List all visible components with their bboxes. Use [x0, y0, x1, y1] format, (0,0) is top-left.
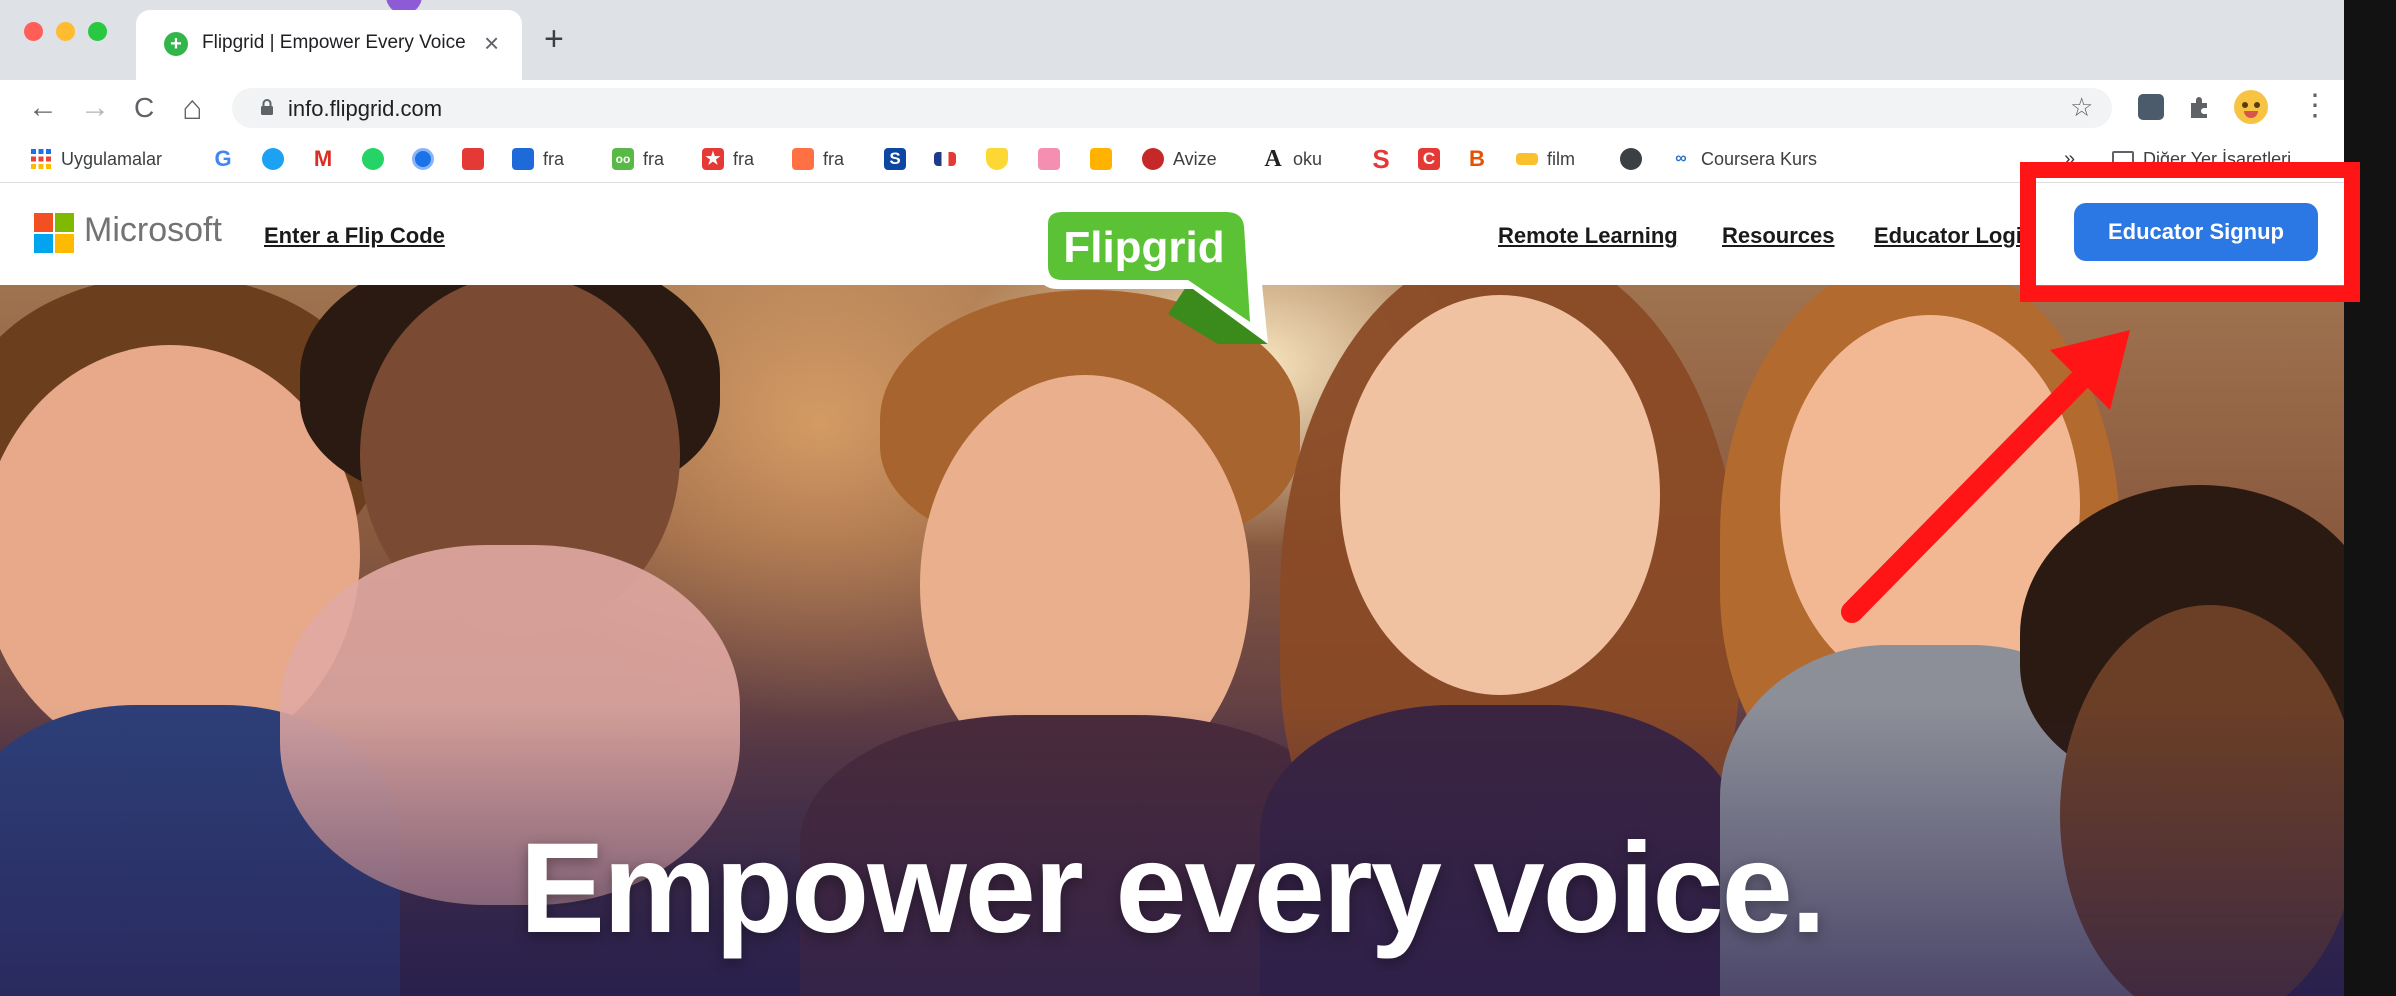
letter-a-icon: A	[1264, 146, 1282, 172]
bookmarks-bar: Uygulamalar G M fra oo fra ★ fra fra S Avi…	[0, 136, 2344, 183]
flipgrid-favicon-icon: +	[164, 32, 188, 56]
bookmark-label: fra	[643, 148, 665, 169]
lock-icon	[261, 99, 273, 115]
remote-learning-link[interactable]: Remote Learning	[1498, 223, 1678, 249]
bookmark-shield[interactable]	[986, 146, 1017, 172]
bookmark-label: fra	[543, 148, 565, 169]
circle-icon	[412, 148, 434, 170]
forward-button[interactable]: →	[80, 92, 110, 124]
microsoft-logo-icon[interactable]	[34, 213, 74, 253]
address-bar[interactable]: info.flipgrid.com ☆	[232, 88, 2112, 128]
french-flag-icon	[934, 152, 956, 166]
bookmark-globe[interactable]	[1620, 146, 1651, 172]
close-window-button[interactable]	[24, 22, 43, 41]
microsoft-wordmark[interactable]: Microsoft	[84, 211, 222, 250]
bookmark-label: Uygulamalar	[61, 148, 163, 169]
bookmark-avize[interactable]: Avize	[1142, 146, 1217, 172]
red-tile-icon	[462, 148, 484, 170]
globe-icon	[1620, 148, 1642, 170]
tab-title: Flipgrid | Empower Every Voice	[202, 32, 466, 53]
flipgrid-logo-text: Flipgrid	[1063, 223, 1224, 272]
apps-grid-icon	[30, 148, 52, 170]
bookmark-label: film	[1547, 148, 1575, 169]
shield-icon	[986, 148, 1008, 170]
resources-link[interactable]: Resources	[1722, 223, 1835, 249]
highlight-box	[2020, 162, 2360, 302]
bookmark-fra-3[interactable]: ★ fra	[702, 146, 754, 172]
profile-avatar-icon[interactable]	[2234, 90, 2268, 124]
red-star-icon: ★	[702, 148, 724, 170]
tab-close-icon[interactable]: ×	[484, 28, 499, 58]
bookmark-star-icon[interactable]: ☆	[2070, 92, 2093, 123]
red-c-icon: C	[1418, 148, 1440, 170]
bookmark-gmail[interactable]: M	[312, 146, 343, 172]
blue-s-icon: S	[884, 148, 906, 170]
bookmark-apps[interactable]: Uygulamalar	[30, 146, 162, 172]
bookmark-red-c[interactable]: C	[1418, 146, 1449, 172]
home-button[interactable]: ⌂	[182, 91, 203, 125]
yellow-bar-icon	[1516, 153, 1538, 165]
b-icon: B	[1469, 146, 1485, 171]
screen-edge	[2344, 0, 2396, 996]
bookmark-flag[interactable]	[934, 146, 965, 172]
red-s-icon: S	[1372, 144, 1390, 174]
blue-person-icon	[512, 148, 534, 170]
extension-icon[interactable]	[2138, 94, 2164, 120]
puzzle-extensions-icon[interactable]	[2186, 94, 2212, 120]
enter-flip-code-link[interactable]: Enter a Flip Code	[264, 223, 445, 249]
yellow-tile-icon	[1090, 148, 1112, 170]
green-oo-icon: oo	[612, 148, 634, 170]
hero-headline: Empower every voice.	[519, 817, 1827, 960]
minimize-window-button[interactable]	[56, 22, 75, 41]
gmail-icon: M	[313, 146, 333, 171]
bookmark-yellow-tile[interactable]	[1090, 146, 1121, 172]
back-button[interactable]: ←	[28, 92, 58, 124]
bookmark-red-tile[interactable]	[462, 146, 493, 172]
bookmark-film[interactable]: film	[1516, 146, 1575, 172]
browser-toolbar: ← → C ⌂ info.flipgrid.com ☆ ⋮	[0, 80, 2344, 136]
bookmark-b[interactable]: B	[1466, 146, 1497, 172]
bookmark-circle[interactable]	[412, 146, 443, 172]
maximize-window-button[interactable]	[88, 22, 107, 41]
bookmark-label: Avize	[1173, 148, 1217, 169]
hero-image: Empower every voice.	[0, 285, 2344, 996]
bookmark-oku[interactable]: Aoku	[1262, 146, 1322, 172]
flipgrid-logo-icon[interactable]: Flipgrid	[1018, 194, 1288, 354]
pink-tile-icon	[1038, 148, 1060, 170]
bookmark-label: fra	[823, 148, 845, 169]
bookmark-red-s[interactable]: S	[1370, 146, 1401, 172]
bookmark-fra-4[interactable]: fra	[792, 146, 844, 172]
reload-button[interactable]: C	[134, 92, 154, 124]
bookmark-fra-2[interactable]: oo fra	[612, 146, 664, 172]
orange-tile-icon	[792, 148, 814, 170]
browser-menu-icon[interactable]: ⋮	[2300, 90, 2330, 122]
bookmark-whatsapp[interactable]	[362, 146, 393, 172]
tab-strip: + Flipgrid | Empower Every Voice × +	[0, 0, 2344, 80]
bookmark-google[interactable]: G	[212, 146, 243, 172]
ladybug-icon	[1142, 148, 1164, 170]
url-text: info.flipgrid.com	[288, 96, 443, 121]
coursera-icon: ∞	[1675, 150, 1687, 167]
bookmark-label: Coursera Kurs	[1701, 148, 1818, 169]
bookmark-pink-tile[interactable]	[1038, 146, 1069, 172]
new-tab-button[interactable]: +	[544, 22, 564, 56]
browser-window: + Flipgrid | Empower Every Voice × + ← →…	[0, 0, 2344, 996]
bookmark-label: oku	[1293, 148, 1323, 169]
tab-flipgrid[interactable]: + Flipgrid | Empower Every Voice ×	[136, 10, 522, 80]
whatsapp-icon	[362, 148, 384, 170]
educator-login-link[interactable]: Educator Logi	[1874, 223, 2022, 249]
bookmark-coursera[interactable]: ∞ Coursera Kurs	[1670, 146, 1817, 172]
bookmark-twitter[interactable]	[262, 146, 293, 172]
bookmark-label: fra	[733, 148, 755, 169]
bookmark-blue-s[interactable]: S	[884, 146, 915, 172]
bookmark-fra-1[interactable]: fra	[512, 146, 564, 172]
google-icon: G	[214, 146, 232, 171]
twitter-icon	[262, 148, 284, 170]
